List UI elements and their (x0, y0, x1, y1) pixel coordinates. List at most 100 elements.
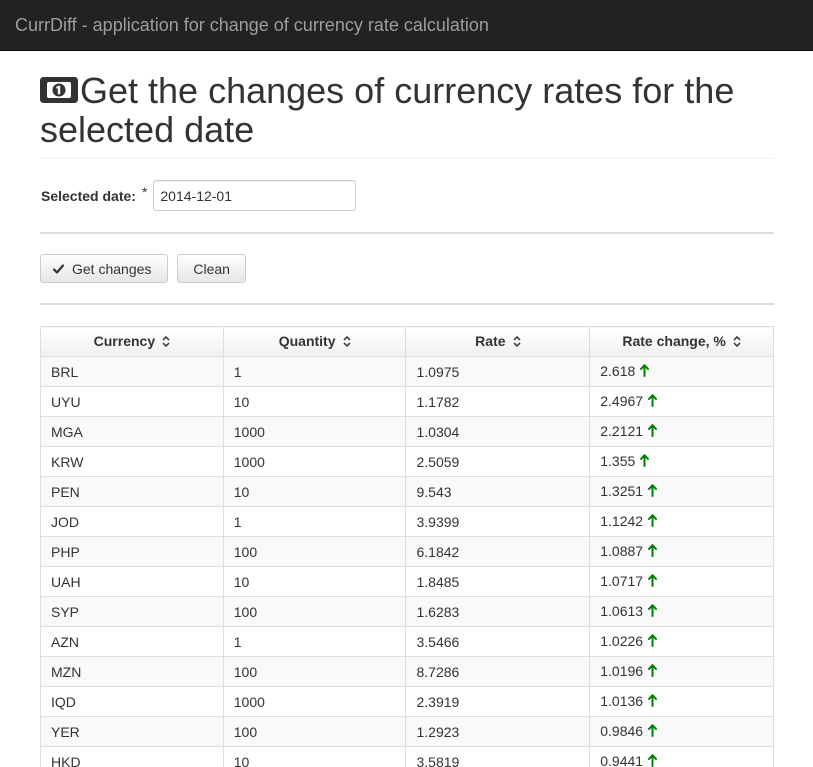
cell-currency-value: PHP (51, 543, 80, 560)
cell-rate-change-value: 1.0196 (600, 662, 644, 679)
cell-rate-change: 1.0887 (589, 536, 774, 567)
cell-quantity: 100 (222, 596, 407, 627)
cell-quantity: 100 (222, 536, 407, 567)
page-header: Get the changes of currency rates for th… (40, 71, 774, 159)
arrow-up-icon (648, 694, 658, 710)
cell-currency-value: UYU (51, 393, 81, 410)
cell-currency: MGA (40, 416, 224, 447)
table-row: UAH 10 1.8485 1.0717 (40, 566, 774, 597)
money-icon (40, 71, 78, 110)
cell-rate: 2.5059 (405, 446, 591, 477)
cell-quantity: 1000 (222, 446, 407, 477)
cell-currency: UYU (40, 386, 224, 417)
arrow-up-icon (648, 514, 658, 530)
cell-currency-value: PEN (51, 483, 80, 500)
required-mark: * (141, 183, 148, 200)
cell-currency: HKD (40, 746, 224, 767)
arrow-up-icon (648, 664, 658, 680)
cell-quantity: 1 (222, 506, 407, 537)
cell-rate-change: 2.2121 (589, 416, 774, 447)
cell-rate: 9.543 (405, 476, 591, 507)
cell-rate: 1.0304 (405, 416, 591, 447)
cell-currency: AZN (40, 626, 224, 657)
cell-rate-value: 2.3919 (416, 693, 460, 710)
column-header-rate[interactable]: Rate (405, 326, 591, 357)
cell-rate-change-value: 1.3251 (600, 482, 644, 499)
cell-rate-change: 1.0717 (589, 566, 774, 597)
cell-quantity-value: 10 (233, 483, 250, 500)
cell-quantity: 10 (222, 476, 407, 507)
column-header-rate-change[interactable]: Rate change, % (589, 326, 774, 357)
cell-currency: PHP (40, 536, 224, 567)
cell-rate: 1.8485 (405, 566, 591, 597)
arrow-up-icon (648, 724, 658, 740)
cell-rate-change-value: 1.1242 (600, 512, 644, 529)
cell-quantity: 100 (222, 656, 407, 687)
table-row: AZN 1 3.5466 1.0226 (40, 626, 774, 657)
cell-quantity-value: 1 (233, 513, 242, 530)
action-buttons: Get changes Clean (40, 234, 774, 303)
cell-quantity: 100 (222, 716, 407, 747)
sort-icon (733, 334, 741, 350)
cell-rate-value: 1.8485 (416, 573, 460, 590)
table-row: JOD 1 3.9399 1.1242 (40, 506, 774, 537)
column-header-label: Rate change, % (622, 332, 726, 349)
cell-rate-change: 1.0136 (589, 686, 774, 717)
cell-quantity-value: 1000 (233, 453, 265, 470)
date-input[interactable] (153, 180, 357, 211)
table-row: BRL 1 1.0975 2.618 (40, 356, 774, 387)
cell-currency-value: IQD (51, 693, 76, 710)
get-changes-button[interactable]: Get changes (40, 254, 169, 283)
table-row: PEN 10 9.543 1.3251 (40, 476, 774, 507)
column-header-quantity[interactable]: Quantity (222, 326, 407, 357)
cell-rate-change: 2.618 (589, 356, 774, 387)
cell-rate: 8.7286 (405, 656, 591, 687)
arrow-up-icon (648, 574, 658, 590)
cell-rate: 1.1782 (405, 386, 591, 417)
column-header-currency[interactable]: Currency (40, 326, 224, 357)
column-header-label: Currency (93, 332, 156, 349)
cell-quantity: 10 (222, 386, 407, 417)
rates-table: Currency Quantity Rate Rate change, % BR… (40, 326, 774, 767)
cell-rate-change: 1.1242 (589, 506, 774, 537)
cell-rate: 3.5819 (405, 746, 591, 767)
cell-quantity-value: 1 (233, 633, 242, 650)
column-header-label: Quantity (278, 332, 336, 349)
table-row: UYU 10 1.1782 2.4967 (40, 386, 774, 417)
cell-quantity: 10 (222, 566, 407, 597)
navbar: CurrDiff - application for change of cur… (0, 0, 813, 51)
sort-icon (513, 334, 521, 350)
cell-rate-value: 2.5059 (416, 453, 460, 470)
cell-currency: UAH (40, 566, 224, 597)
cell-rate-change-value: 1.0613 (600, 602, 644, 619)
arrow-up-icon (648, 754, 658, 767)
cell-quantity-value: 10 (233, 393, 250, 410)
cell-quantity-value: 100 (233, 543, 258, 560)
cell-rate-change-value: 1.0226 (600, 632, 644, 649)
date-form-row: Selected date: * (40, 179, 774, 212)
arrow-up-icon (648, 424, 658, 440)
arrow-up-icon (648, 634, 658, 650)
cell-quantity: 10 (222, 746, 407, 767)
cell-rate-value: 1.0304 (416, 423, 460, 440)
cell-rate-value: 3.5466 (416, 633, 460, 650)
cell-rate-value: 8.7286 (416, 663, 460, 680)
cell-rate: 1.6283 (405, 596, 591, 627)
page-title: Get the changes of currency rates for th… (40, 71, 774, 149)
cell-rate: 1.2923 (405, 716, 591, 747)
arrow-up-icon (648, 394, 658, 410)
clean-button[interactable]: Clean (177, 254, 246, 283)
cell-quantity-value: 1000 (233, 693, 265, 710)
brand-link[interactable]: CurrDiff - application for change of cur… (15, 15, 489, 35)
cell-currency-value: MGA (51, 423, 83, 440)
rates-table-body: BRL 1 1.0975 2.618 UYU 10 1.1782 2.4967 MGA 1000 1… (40, 356, 774, 767)
table-row: YER 100 1.2923 0.9846 (40, 716, 774, 747)
cell-currency: KRW (40, 446, 224, 477)
cell-rate-value: 1.1782 (416, 393, 460, 410)
table-row: HKD 10 3.5819 0.9441 (40, 746, 774, 767)
cell-rate-change-value: 1.0717 (600, 572, 644, 589)
cell-currency: SYP (40, 596, 224, 627)
table-header-row: Currency Quantity Rate Rate change, % (40, 326, 774, 357)
cell-currency-value: UAH (51, 573, 81, 590)
cell-rate-change-value: 0.9846 (600, 722, 644, 739)
